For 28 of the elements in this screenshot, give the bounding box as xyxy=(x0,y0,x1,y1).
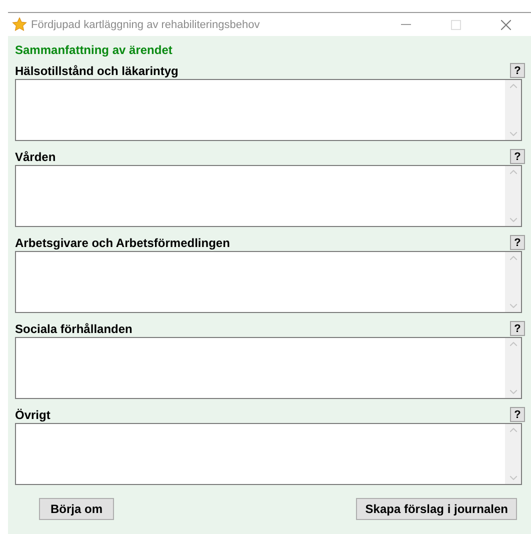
help-button[interactable]: ? xyxy=(510,63,525,78)
text-area[interactable] xyxy=(15,165,522,227)
field-label: Övrigt xyxy=(15,408,50,422)
reset-button[interactable]: Börja om xyxy=(39,498,114,520)
field-label: Sociala förhållanden xyxy=(15,322,132,336)
text-area[interactable] xyxy=(15,337,522,399)
scrollbar[interactable] xyxy=(505,338,521,398)
scrollbar[interactable] xyxy=(505,424,521,484)
close-icon[interactable] xyxy=(501,20,511,30)
scrollbar[interactable] xyxy=(505,80,521,140)
text-area[interactable] xyxy=(15,251,522,313)
scrollbar[interactable] xyxy=(505,166,521,226)
field-label: Hälsotillstånd och läkarintyg xyxy=(15,64,178,78)
window-title: Fördjupad kartläggning av rehabiliteringsbehov xyxy=(31,18,261,30)
star-icon xyxy=(12,17,27,32)
field-label: Vården xyxy=(15,150,56,164)
scrollbar[interactable] xyxy=(505,252,521,312)
help-button[interactable]: ? xyxy=(510,149,525,164)
help-button[interactable]: ? xyxy=(510,235,525,250)
text-area[interactable] xyxy=(15,423,522,485)
section-heading: Sammanfattning av ärendet xyxy=(15,43,174,57)
minimize-icon[interactable] xyxy=(401,24,411,25)
text-area[interactable] xyxy=(15,79,522,141)
maximize-icon[interactable] xyxy=(451,20,461,30)
create-button[interactable]: Skapa förslag i journalen xyxy=(356,498,517,520)
field-label: Arbetsgivare och Arbetsförmedlingen xyxy=(15,236,230,250)
help-button[interactable]: ? xyxy=(510,407,525,422)
help-button[interactable]: ? xyxy=(510,321,525,336)
